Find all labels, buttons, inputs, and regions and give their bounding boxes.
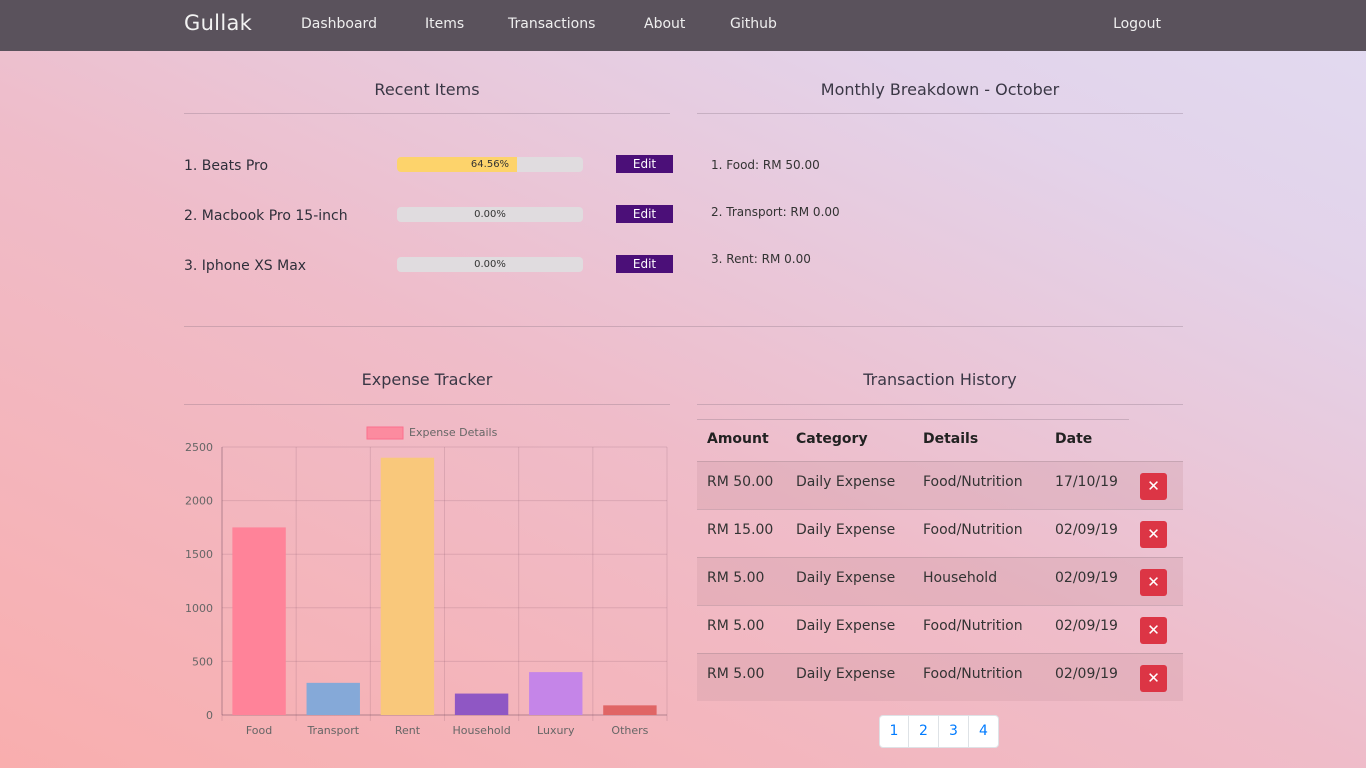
legend-swatch xyxy=(366,426,404,440)
x-tick-label: Rent xyxy=(395,724,421,737)
y-tick-label: 2500 xyxy=(185,441,213,454)
pagination: 1 2 3 4 xyxy=(879,715,999,748)
progress-bar: 64.56% xyxy=(397,157,583,172)
page-link-2[interactable]: 2 xyxy=(908,716,938,747)
x-tick-label: Household xyxy=(452,724,510,737)
progress-label: 0.00% xyxy=(474,209,506,220)
logout-link[interactable]: Logout xyxy=(1113,16,1161,32)
close-icon: ✕ xyxy=(1147,477,1160,495)
date-cell: 02/09/19 xyxy=(1055,570,1118,586)
progress-bar: 0.00% xyxy=(397,257,583,272)
page-link-3[interactable]: 3 xyxy=(938,716,968,747)
recent-items-title: Recent Items xyxy=(374,80,480,99)
breakdown-item: 1. Food: RM 50.00 xyxy=(711,158,820,172)
bar-food xyxy=(232,527,286,715)
x-tick-label: Transport xyxy=(306,724,359,737)
legend-label: Expense Details xyxy=(409,426,498,439)
page-link-4[interactable]: 4 xyxy=(968,716,998,747)
delete-button[interactable]: ✕ xyxy=(1140,521,1167,548)
table-row: RM 5.00 Daily Expense Household 02/09/19… xyxy=(697,557,1183,605)
breakdown-item: 2. Transport: RM 0.00 xyxy=(711,205,840,219)
date-cell: 02/09/19 xyxy=(1055,666,1118,682)
bar-luxury xyxy=(529,672,583,715)
amount-cell: RM 15.00 xyxy=(707,522,774,538)
close-icon: ✕ xyxy=(1147,621,1160,639)
page-link-1[interactable]: 1 xyxy=(880,716,908,747)
nav-github[interactable]: Github xyxy=(730,16,777,32)
transaction-history-title: Transaction History xyxy=(863,370,1017,389)
category-cell: Daily Expense xyxy=(796,522,896,538)
amount-cell: RM 5.00 xyxy=(707,666,765,682)
edit-button[interactable]: Edit xyxy=(616,255,673,273)
nav-items[interactable]: Items xyxy=(425,16,464,32)
bar-rent xyxy=(380,457,435,715)
table-row: RM 5.00 Daily Expense Food/Nutrition 02/… xyxy=(697,605,1183,653)
expense-chart: Expense Details 0 500 1000 1500 2000 2500 Food T… xyxy=(185,426,668,737)
breakdown-item: 3. Rent: RM 0.00 xyxy=(711,252,811,266)
delete-button[interactable]: ✕ xyxy=(1140,569,1167,596)
column-header-date: Date xyxy=(1055,431,1093,447)
category-cell: Daily Expense xyxy=(796,570,896,586)
date-cell: 02/09/19 xyxy=(1055,618,1118,634)
amount-cell: RM 50.00 xyxy=(707,474,774,490)
recent-item-name: 1. Beats Pro xyxy=(184,158,269,174)
close-icon: ✕ xyxy=(1147,669,1160,687)
category-cell: Daily Expense xyxy=(796,666,896,682)
y-tick-label: 1500 xyxy=(185,548,213,561)
recent-item-name: 3. Iphone XS Max xyxy=(184,258,307,274)
date-cell: 17/10/19 xyxy=(1055,474,1118,490)
progress-label: 0.00% xyxy=(474,259,506,270)
category-cell: Daily Expense xyxy=(796,618,896,634)
bar-household xyxy=(454,693,509,715)
divider xyxy=(184,404,670,405)
delete-button[interactable]: ✕ xyxy=(1140,473,1167,500)
divider xyxy=(697,113,1183,114)
category-cell: Daily Expense xyxy=(796,474,896,490)
delete-button[interactable]: ✕ xyxy=(1140,665,1167,692)
date-cell: 02/09/19 xyxy=(1055,522,1118,538)
edit-button[interactable]: Edit xyxy=(616,205,673,223)
x-tick-label: Food xyxy=(246,724,272,737)
expense-tracker-title: Expense Tracker xyxy=(361,370,493,389)
nav-transactions[interactable]: Transactions xyxy=(508,16,595,32)
y-tick-label: 1000 xyxy=(185,602,213,615)
y-tick-label: 2000 xyxy=(185,495,213,508)
nav-about[interactable]: About xyxy=(644,16,685,32)
delete-button[interactable]: ✕ xyxy=(1140,617,1167,644)
table-row: RM 15.00 Daily Expense Food/Nutrition 02… xyxy=(697,509,1183,557)
progress-bar: 0.00% xyxy=(397,207,583,222)
section-divider xyxy=(184,326,1183,327)
edit-button[interactable]: Edit xyxy=(616,155,673,173)
nav-dashboard[interactable]: Dashboard xyxy=(301,16,377,32)
details-cell: Food/Nutrition xyxy=(923,666,1023,682)
close-icon: ✕ xyxy=(1147,573,1160,591)
details-cell: Food/Nutrition xyxy=(923,474,1023,490)
column-header-amount: Amount xyxy=(707,431,769,447)
close-icon: ✕ xyxy=(1147,525,1160,543)
details-cell: Household xyxy=(923,570,998,586)
x-tick-label: Luxury xyxy=(537,724,575,737)
amount-cell: RM 5.00 xyxy=(707,570,765,586)
column-header-details: Details xyxy=(923,431,979,447)
details-cell: Food/Nutrition xyxy=(923,618,1023,634)
x-tick-label: Others xyxy=(611,724,648,737)
divider xyxy=(184,113,670,114)
y-tick-label: 500 xyxy=(192,655,213,668)
column-header-category: Category xyxy=(796,431,868,447)
amount-cell: RM 5.00 xyxy=(707,618,765,634)
monthly-breakdown-title: Monthly Breakdown - October xyxy=(820,80,1060,99)
brand-logo[interactable]: Gullak xyxy=(184,11,252,35)
bar-others xyxy=(603,705,657,715)
table-row: RM 50.00 Daily Expense Food/Nutrition 17… xyxy=(697,461,1183,509)
navbar: Gullak Dashboard Items Transactions Abou… xyxy=(0,0,1366,51)
details-cell: Food/Nutrition xyxy=(923,522,1023,538)
table-top-border xyxy=(697,419,1129,420)
bar-transport xyxy=(306,682,360,715)
divider xyxy=(697,404,1183,405)
table-row: RM 5.00 Daily Expense Food/Nutrition 02/… xyxy=(697,653,1183,701)
progress-label: 64.56% xyxy=(470,159,510,170)
recent-item-name: 2. Macbook Pro 15-inch xyxy=(184,208,348,224)
y-tick-label: 0 xyxy=(206,709,213,722)
